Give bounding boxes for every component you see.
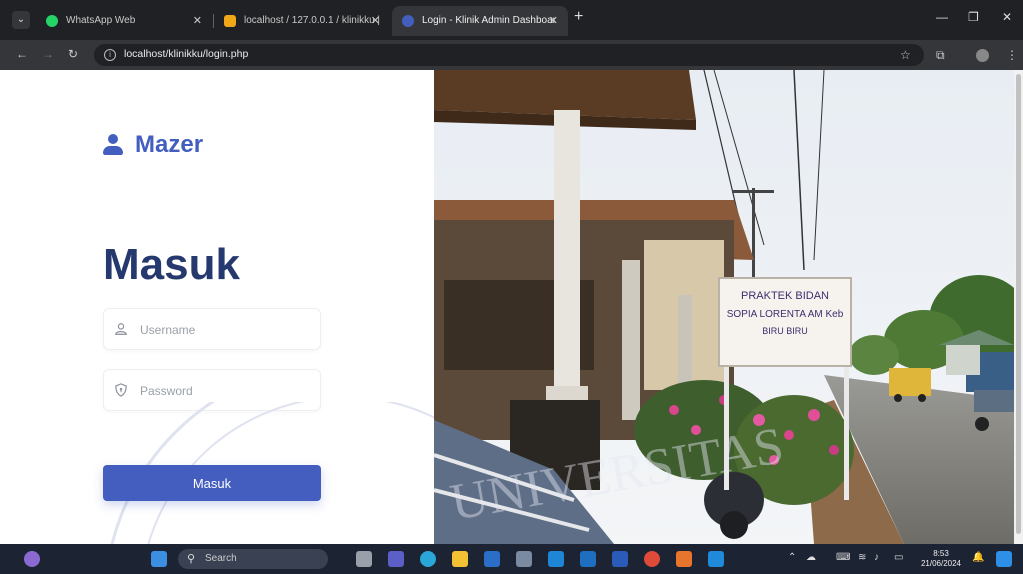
browser-tab-bar: ⌄ WhatsApp Web ✕ localhost / 127.0.0.1 /… xyxy=(0,0,1023,40)
tab-phpmyadmin[interactable]: localhost / 127.0.0.1 / klinikku | ✕ xyxy=(214,6,390,36)
sign-line-3: BIRU BIRU xyxy=(762,326,808,336)
reload-icon[interactable]: ↻ xyxy=(68,47,78,61)
login-submit-button[interactable]: Masuk xyxy=(103,465,321,501)
browser-toolbar: ← → ↻ i localhost/klinikku/login.php ☆ ⧉… xyxy=(0,40,1023,70)
weather-widget-icon[interactable] xyxy=(24,551,40,567)
outlook-icon[interactable] xyxy=(580,551,596,567)
person-icon xyxy=(115,323,127,335)
phpmyadmin-icon xyxy=(224,15,236,27)
edge-icon[interactable] xyxy=(420,551,436,567)
sign-line-1: PRAKTEK BIDAN xyxy=(741,290,829,302)
new-tab-button[interactable]: + xyxy=(574,8,583,26)
tab-title: Login - Klinik Admin Dashboar xyxy=(422,15,556,26)
address-bar[interactable]: i localhost/klinikku/login.php xyxy=(94,44,924,66)
battery-icon[interactable]: ▭ xyxy=(894,552,903,563)
system-clock[interactable]: 8:53 21/06/2024 xyxy=(916,549,966,569)
xampp-icon[interactable] xyxy=(676,551,692,567)
close-icon[interactable]: ✕ xyxy=(549,6,558,36)
clinic-photo-image: PRAKTEK BIDAN SOPIA LORENTA AM Keb BIRU … xyxy=(434,70,1014,544)
brand-name: Mazer xyxy=(135,131,204,158)
profile-avatar-icon[interactable] xyxy=(976,49,989,62)
site-info-icon[interactable]: i xyxy=(104,49,116,61)
window-close-icon[interactable]: ✕ xyxy=(1002,10,1012,24)
restore-icon[interactable]: ❐ xyxy=(968,10,979,24)
windows-start-icon[interactable] xyxy=(151,551,167,567)
login-panel: Mazer Masuk Username Masuk xyxy=(0,70,585,574)
close-icon[interactable]: ✕ xyxy=(371,6,380,36)
search-label: Search xyxy=(205,553,237,564)
whatsapp-icon xyxy=(46,15,58,27)
more-menu-icon[interactable]: ⋮ xyxy=(1006,48,1018,62)
clinic-photo: PRAKTEK BIDAN SOPIA LORENTA AM Keb BIRU … xyxy=(434,70,1014,544)
app-l-icon[interactable] xyxy=(484,551,500,567)
chevron-up-icon[interactable]: ⌃ xyxy=(788,552,796,563)
word-icon[interactable] xyxy=(612,551,628,567)
forward-arrow-icon[interactable]: → xyxy=(42,47,54,61)
teams-icon[interactable] xyxy=(388,551,404,567)
username-input[interactable] xyxy=(140,319,310,341)
taskbar-search[interactable]: ⚲ Search xyxy=(178,549,328,569)
bookmark-star-icon[interactable]: ☆ xyxy=(900,48,911,62)
tab-search-button[interactable]: ⌄ xyxy=(12,11,30,29)
url-text: localhost/klinikku/login.php xyxy=(124,48,249,60)
password-input[interactable] xyxy=(140,380,310,402)
page-content: Mazer Masuk Username Masuk PRAKTEK BIDAN… xyxy=(0,70,1023,574)
extensions-icon[interactable]: ⧉ xyxy=(936,48,945,63)
tab-login-klinik[interactable]: Login - Klinik Admin Dashboar ✕ xyxy=(392,6,568,36)
search-icon: ⚲ xyxy=(187,553,196,565)
login-title: Masuk xyxy=(103,240,240,289)
clock-time: 8:53 xyxy=(933,549,949,558)
shield-lock-icon xyxy=(115,383,127,397)
tab-title: localhost / 127.0.0.1 / klinikku | xyxy=(244,15,381,26)
mail-icon[interactable] xyxy=(548,551,564,567)
chrome-icon[interactable] xyxy=(644,551,660,567)
file-explorer-icon[interactable] xyxy=(452,551,468,567)
site-favicon-icon xyxy=(402,15,414,27)
camera-icon[interactable] xyxy=(516,551,532,567)
username-field[interactable] xyxy=(103,308,321,350)
close-icon[interactable]: ✕ xyxy=(193,6,202,36)
windows-taskbar: ⚲ Search ⌃ ☁ ⌨ ≋ ♪ ▭ 8:53 21/06/2024 🔔 xyxy=(0,544,1023,574)
scrollbar-thumb[interactable] xyxy=(1016,74,1021,534)
task-view-icon[interactable] xyxy=(356,551,372,567)
notification-bell-icon[interactable]: 🔔 xyxy=(972,552,984,563)
back-arrow-icon[interactable]: ← xyxy=(16,47,28,61)
copilot-icon[interactable] xyxy=(996,551,1012,567)
user-icon xyxy=(103,134,123,156)
volume-icon[interactable]: ♪ xyxy=(874,552,879,563)
keyboard-icon[interactable]: ⌨ xyxy=(836,552,850,563)
wifi-icon[interactable]: ≋ xyxy=(858,552,866,563)
cloud-icon[interactable]: ☁ xyxy=(806,552,816,563)
sign-line-2: SOPIA LORENTA AM Keb xyxy=(727,309,844,320)
page-scrollbar[interactable] xyxy=(1014,70,1023,544)
minimize-icon[interactable]: — xyxy=(936,10,948,24)
tab-title: WhatsApp Web xyxy=(66,15,136,26)
clock-date: 21/06/2024 xyxy=(920,559,962,568)
vscode-icon[interactable] xyxy=(708,551,724,567)
tab-whatsapp[interactable]: WhatsApp Web ✕ xyxy=(36,6,212,36)
